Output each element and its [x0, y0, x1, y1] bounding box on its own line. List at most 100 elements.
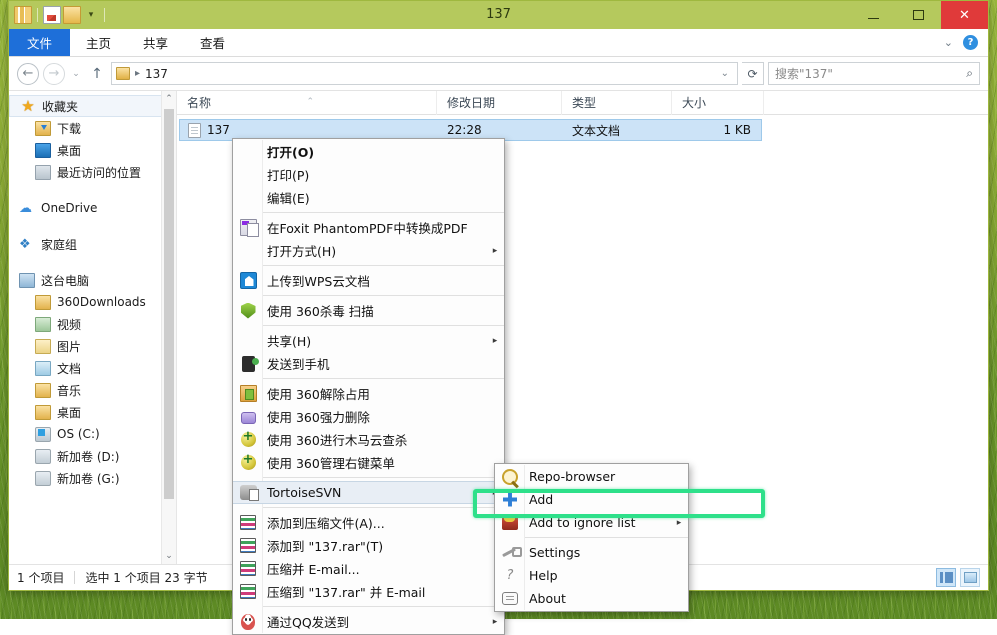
menu-item-360-unlock[interactable]: 使用 360解除占用	[233, 382, 504, 405]
ribbon-tab-bar: 文件 主页 共享 查看 ⌄ ?	[9, 29, 988, 57]
sidebar-item-volume-g[interactable]: 新加卷 (G:)	[9, 467, 176, 489]
menu-item-360-scan[interactable]: 使用 360杀毒 扫描	[233, 299, 504, 322]
sidebar-item-downloads[interactable]: 下载	[9, 117, 176, 139]
history-dropdown-caret-icon[interactable]: ⌄	[69, 63, 83, 85]
os-drive-icon	[35, 427, 51, 442]
sidebar-item-this-pc[interactable]: 这台电脑	[9, 269, 176, 291]
menu-item-send-to-phone[interactable]: 发送到手机	[233, 352, 504, 375]
column-header-name[interactable]: 名称 ⌃	[177, 91, 437, 115]
nav-pane-scrollbar[interactable]: ⌃ ⌄	[161, 91, 176, 564]
sidebar-item-homegroup[interactable]: ❖ 家庭组	[9, 233, 176, 255]
ribbon-expand-caret-icon[interactable]: ⌄	[944, 36, 953, 49]
menu-separator	[263, 325, 504, 326]
scrollbar-thumb[interactable]	[164, 109, 174, 499]
forward-button[interactable]: →	[43, 63, 65, 85]
details-view-button[interactable]	[936, 568, 956, 587]
minimize-button[interactable]	[851, 1, 896, 29]
submenu-item-add-to-ignore-list[interactable]: Add to ignore list ▸	[495, 511, 688, 534]
menu-item-360-force-delete[interactable]: 使用 360强力删除	[233, 405, 504, 428]
sidebar-item-os-c[interactable]: OS (C:)	[9, 423, 176, 445]
submenu-item-settings[interactable]: Settings	[495, 541, 688, 564]
menu-item-label: Add	[525, 492, 688, 507]
menu-item-label: 打开方式(H)	[263, 241, 486, 260]
menu-item-360-manage-context-menu[interactable]: 使用 360管理右键菜单	[233, 451, 504, 474]
column-header-type[interactable]: 类型	[562, 91, 672, 115]
submenu-arrow-icon: ▸	[670, 518, 688, 528]
menu-item-add-to-137-rar[interactable]: 添加到 "137.rar"(T)	[233, 534, 504, 557]
breadcrumb-separator-icon: ▸	[135, 68, 140, 79]
refresh-button[interactable]: ⟳	[742, 62, 764, 85]
menu-icon-slot	[233, 610, 263, 633]
scroll-up-arrow-icon[interactable]: ⌃	[162, 91, 176, 107]
menu-item-360-trojan-scan[interactable]: 使用 360进行木马云查杀	[233, 428, 504, 451]
menu-item-compress-and-email[interactable]: 压缩并 E-mail...	[233, 557, 504, 580]
sidebar-label: 家庭组	[41, 236, 77, 253]
sidebar-item-onedrive[interactable]: ☁ OneDrive	[9, 197, 176, 219]
maximize-icon	[913, 10, 924, 20]
sidebar-gap-2	[9, 219, 176, 233]
tab-home[interactable]: 主页	[70, 29, 127, 56]
menu-item-print[interactable]: 打印(P)	[233, 163, 504, 186]
menu-item-send-via-qq[interactable]: 通过QQ发送到 ▸	[233, 610, 504, 633]
menu-item-open-with[interactable]: 打开方式(H) ▸	[233, 239, 504, 262]
menu-item-compress-to-137-rar-and-email[interactable]: 压缩到 "137.rar" 并 E-mail	[233, 580, 504, 603]
quick-access-toolbar[interactable]: ▾	[9, 6, 108, 24]
menu-item-add-to-archive[interactable]: 添加到压缩文件(A)...	[233, 511, 504, 534]
sidebar-item-pictures[interactable]: 图片	[9, 335, 176, 357]
sidebar-item-volume-d[interactable]: 新加卷 (D:)	[9, 445, 176, 467]
column-header-row: 名称 ⌃ 修改日期 类型 大小	[177, 91, 988, 115]
cell-name[interactable]: 137	[180, 123, 438, 138]
menu-item-open[interactable]: 打开(O)	[233, 140, 504, 163]
folder-stripes-icon[interactable]	[14, 6, 32, 24]
submenu-item-repo-browser[interactable]: Repo-browser	[495, 465, 688, 488]
back-button[interactable]: ←	[17, 63, 39, 85]
sidebar-item-recent-places[interactable]: 最近访问的位置	[9, 161, 176, 183]
search-icon[interactable]: ⌕	[966, 66, 973, 81]
settings-icon	[502, 546, 518, 560]
menu-item-tortoisesvn[interactable]: TortoiseSVN ▸	[233, 481, 504, 504]
window-controls: ✕	[851, 1, 988, 29]
menu-icon-slot	[233, 481, 263, 504]
menu-icon-slot	[233, 269, 263, 292]
360-delete-icon	[241, 412, 256, 424]
file-name-label: 137	[207, 123, 230, 137]
breadcrumb-path[interactable]: 137	[145, 67, 168, 81]
up-button[interactable]: ↑	[87, 63, 107, 85]
sidebar-item-videos[interactable]: 视频	[9, 313, 176, 335]
menu-item-share[interactable]: 共享(H) ▸	[233, 329, 504, 352]
menu-item-label: Repo-browser	[525, 469, 688, 484]
help-icon[interactable]: ?	[963, 35, 978, 50]
thumbnail-view-button[interactable]	[960, 568, 980, 587]
menu-item-wps-upload[interactable]: 上传到WPS云文档	[233, 269, 504, 292]
360-scan-icon	[241, 432, 256, 447]
menu-item-label: Add to ignore list	[525, 515, 670, 530]
submenu-item-help[interactable]: ? Help	[495, 564, 688, 587]
qat-dropdown-caret-icon[interactable]: ▾	[83, 7, 99, 23]
submenu-item-about[interactable]: About	[495, 587, 688, 610]
sidebar-item-favorites[interactable]: ★ 收藏夹	[9, 95, 176, 117]
status-divider	[74, 571, 75, 584]
submenu-item-add[interactable]: Add	[495, 488, 688, 511]
column-header-date[interactable]: 修改日期	[437, 91, 562, 115]
sidebar-item-desktop[interactable]: 桌面	[9, 139, 176, 161]
address-input[interactable]: ▸ 137 ⌄	[111, 62, 738, 85]
address-dropdown-caret-icon[interactable]: ⌄	[717, 68, 733, 79]
winrar-icon	[240, 515, 256, 530]
scroll-down-arrow-icon[interactable]: ⌄	[162, 548, 176, 564]
tab-view[interactable]: 查看	[184, 29, 241, 56]
menu-item-foxit-convert[interactable]: 在Foxit PhantomPDF中转换成PDF	[233, 216, 504, 239]
sidebar-item-desktop-folder[interactable]: 桌面	[9, 401, 176, 423]
column-header-size[interactable]: 大小	[672, 91, 764, 115]
search-input[interactable]: 搜索"137" ⌕	[768, 62, 980, 85]
document-icon[interactable]	[43, 6, 61, 24]
sidebar-item-360downloads[interactable]: 360Downloads	[9, 291, 176, 313]
menu-icon-slot	[233, 534, 263, 557]
tab-share[interactable]: 共享	[127, 29, 184, 56]
tab-file[interactable]: 文件	[9, 29, 70, 56]
folder-icon[interactable]	[63, 6, 81, 24]
menu-item-edit[interactable]: 编辑(E)	[233, 186, 504, 209]
sidebar-item-documents[interactable]: 文档	[9, 357, 176, 379]
sidebar-item-music[interactable]: 音乐	[9, 379, 176, 401]
close-button[interactable]: ✕	[941, 1, 988, 29]
maximize-button[interactable]	[896, 1, 941, 29]
